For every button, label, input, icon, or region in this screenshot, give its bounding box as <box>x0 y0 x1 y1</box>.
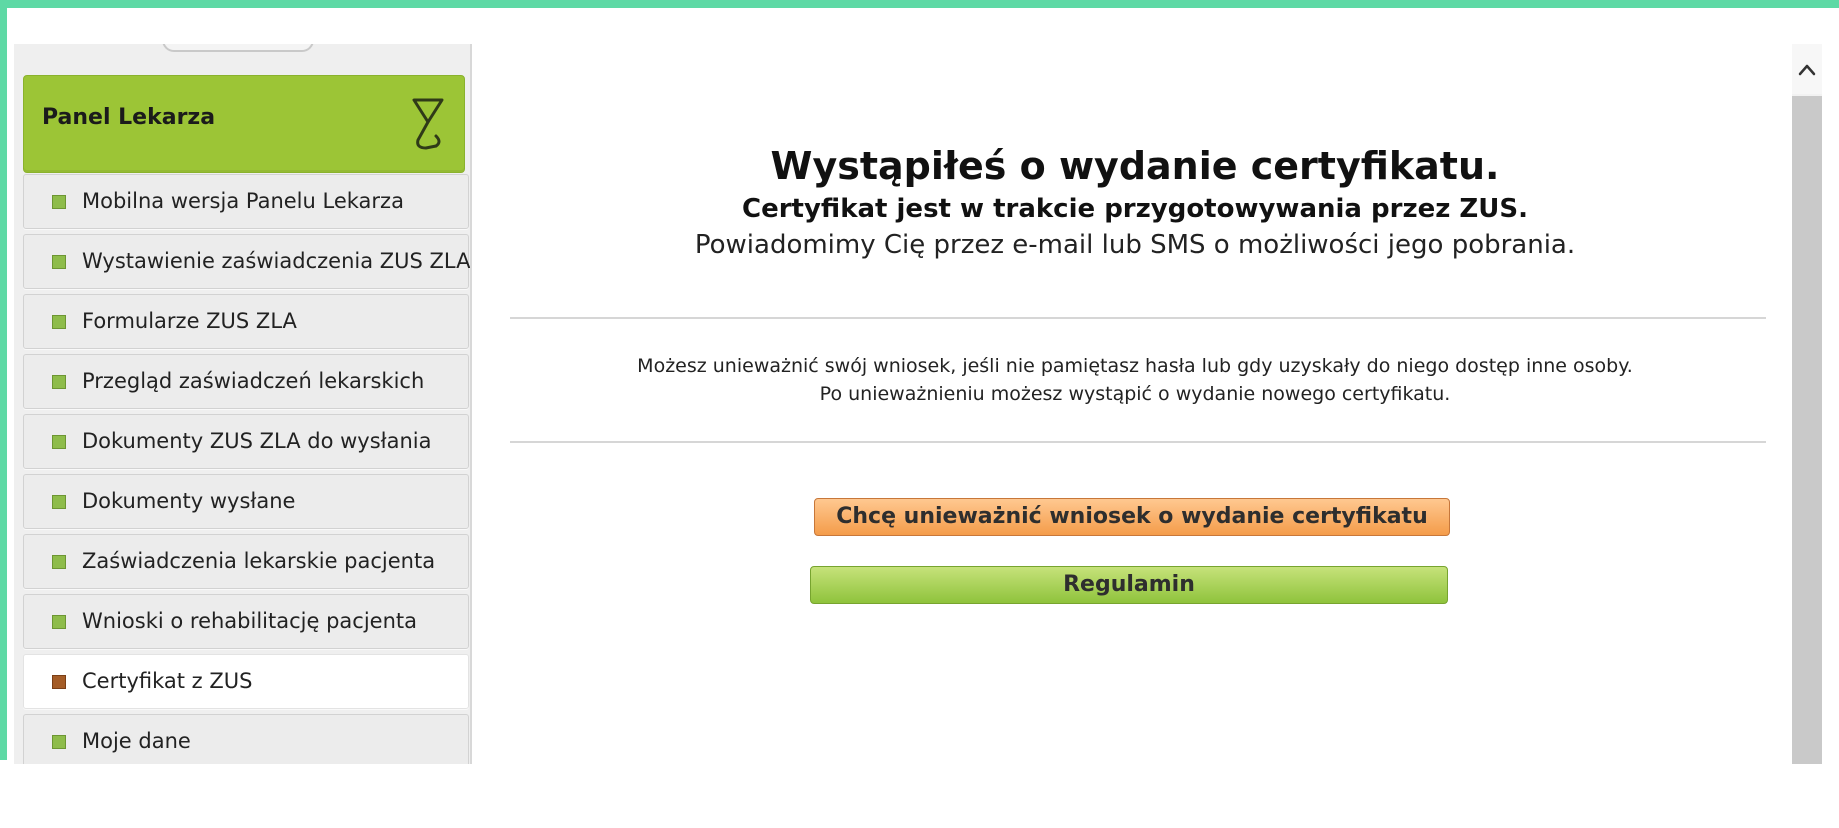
page-title: Wystąpiłeś o wydanie certyfikatu. <box>770 144 1500 188</box>
hourglass-icon <box>412 98 444 150</box>
sidebar-item-label: Przegląd zaświadczeń lekarskich <box>82 369 425 393</box>
sidebar-item-label: Formularze ZUS ZLA <box>82 309 297 333</box>
scrollbar[interactable] <box>1792 44 1822 764</box>
info-text-line1: Możesz unieważnić swój wniosek, jeśli ni… <box>637 355 1633 377</box>
divider <box>510 441 1766 443</box>
main-content: Wystąpiłeś o wydanie certyfikatu. Certyf… <box>480 44 1790 764</box>
sidebar-item-patient-certificates[interactable]: Zaświadczenia lekarskie pacjenta <box>23 534 469 589</box>
sidebar-item-certificate[interactable]: Certyfikat z ZUS <box>23 654 469 709</box>
bullet-icon <box>52 435 66 449</box>
sidebar-item-label: Wnioski o rehabilitację pacjenta <box>82 609 417 633</box>
panel-header[interactable]: Panel Lekarza <box>23 75 465 173</box>
sidebar-item-rehabilitation[interactable]: Wnioski o rehabilitację pacjenta <box>23 594 469 649</box>
bullet-icon <box>52 315 66 329</box>
sidebar-item-label: Certyfikat z ZUS <box>82 669 253 693</box>
sidebar-item-mobile-version[interactable]: Mobilna wersja Panelu Lekarza <box>23 174 469 229</box>
panel-title: Panel Lekarza <box>42 105 216 130</box>
scrollbar-thumb[interactable] <box>1792 96 1822 764</box>
info-text-line2: Po unieważnieniu możesz wystąpić o wydan… <box>819 383 1451 405</box>
sidebar-item-label: Moje dane <box>82 729 191 753</box>
sidebar-item-label: Dokumenty ZUS ZLA do wysłania <box>82 429 432 453</box>
bullet-icon <box>52 675 66 689</box>
scroll-up-button[interactable] <box>1792 44 1822 94</box>
terms-button[interactable]: Regulamin <box>810 566 1448 604</box>
sidebar-item-to-send[interactable]: Dokumenty ZUS ZLA do wysłania <box>23 414 469 469</box>
sidebar-item-my-data[interactable]: Moje dane <box>23 714 469 764</box>
bullet-icon <box>52 495 66 509</box>
sidebar-item-sent[interactable]: Dokumenty wysłane <box>23 474 469 529</box>
sidebar-item-forms[interactable]: Formularze ZUS ZLA <box>23 294 469 349</box>
sidebar-top-tab[interactable] <box>162 44 314 52</box>
sidebar-item-label: Dokumenty wysłane <box>82 489 296 513</box>
sidebar-menu: Mobilna wersja Panelu Lekarza Wystawieni… <box>23 174 471 764</box>
bullet-icon <box>52 555 66 569</box>
divider <box>510 317 1766 319</box>
sidebar: Panel Lekarza Mobilna wersja Panelu Leka… <box>14 44 472 764</box>
sidebar-item-review[interactable]: Przegląd zaświadczeń lekarskich <box>23 354 469 409</box>
sidebar-item-label: Mobilna wersja Panelu Lekarza <box>82 189 404 213</box>
bullet-icon <box>52 615 66 629</box>
chevron-up-icon <box>1798 64 1816 76</box>
left-accent-strip <box>0 0 7 760</box>
sidebar-item-issue-certificate[interactable]: Wystawienie zaświadczenia ZUS ZLA <box>23 234 471 289</box>
cancel-request-button[interactable]: Chcę unieważnić wniosek o wydanie certyf… <box>814 498 1450 536</box>
sidebar-item-label: Wystawienie zaświadczenia ZUS ZLA <box>82 249 471 273</box>
notification-text: Powiadomimy Cię przez e-mail lub SMS o m… <box>694 230 1576 260</box>
page-subtitle: Certyfikat jest w trakcie przygotowywani… <box>742 194 1528 224</box>
bullet-icon <box>52 375 66 389</box>
top-accent-strip <box>0 0 1839 8</box>
bullet-icon <box>52 195 66 209</box>
sidebar-item-label: Zaświadczenia lekarskie pacjenta <box>82 549 436 573</box>
bullet-icon <box>52 255 66 269</box>
bullet-icon <box>52 735 66 749</box>
